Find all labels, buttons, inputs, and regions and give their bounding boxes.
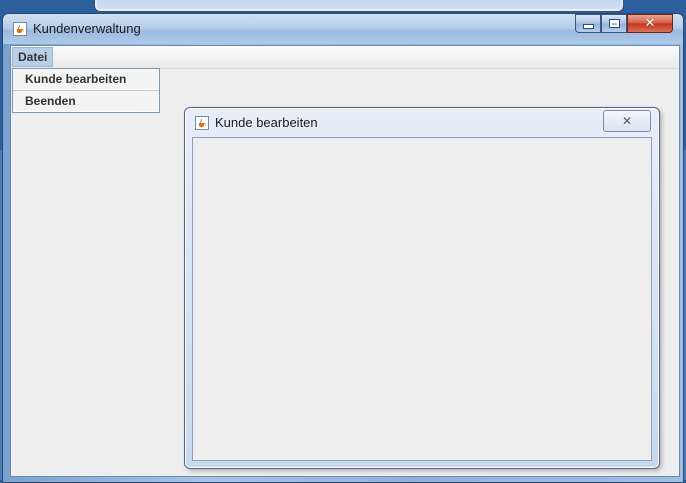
close-icon: ✕ [621,114,633,128]
java-app-icon [195,116,209,130]
main-window: Kundenverwaltung ✕ Datei Kunde bearbeite… [2,13,684,483]
window-controls: ✕ [575,14,673,34]
minimize-icon [582,24,594,29]
menubar: Datei [11,46,679,69]
menu-item-beenden[interactable]: Beenden [13,90,159,112]
java-cup-icon [17,24,24,33]
internal-frame-kunde-bearbeiten[interactable]: Kunde bearbeiten ✕ [184,107,660,469]
main-titlebar[interactable]: Kundenverwaltung ✕ [3,14,683,44]
menu-datei[interactable]: Datei [12,47,54,67]
close-button[interactable]: ✕ [627,14,673,33]
maximize-icon [608,19,620,28]
internal-frame-title: Kunde bearbeiten [215,115,318,130]
internal-frame-close-button[interactable]: ✕ [603,110,651,132]
datei-dropdown-menu: Kunde bearbeiten Beenden [12,68,160,113]
close-icon: ✕ [644,16,656,31]
java-cup-icon [199,118,206,127]
java-app-icon[interactable] [13,22,27,36]
maximize-button[interactable] [601,14,627,33]
menu-item-kunde-bearbeiten[interactable]: Kunde bearbeiten [13,69,159,90]
internal-frame-titlebar[interactable]: Kunde bearbeiten ✕ [185,108,659,136]
background-window [94,0,624,12]
main-client-area: Datei Kunde bearbeiten Beenden Kunde bea… [10,45,680,477]
minimize-button[interactable] [575,14,601,33]
main-window-title: Kundenverwaltung [33,21,141,36]
internal-frame-content [192,137,652,461]
